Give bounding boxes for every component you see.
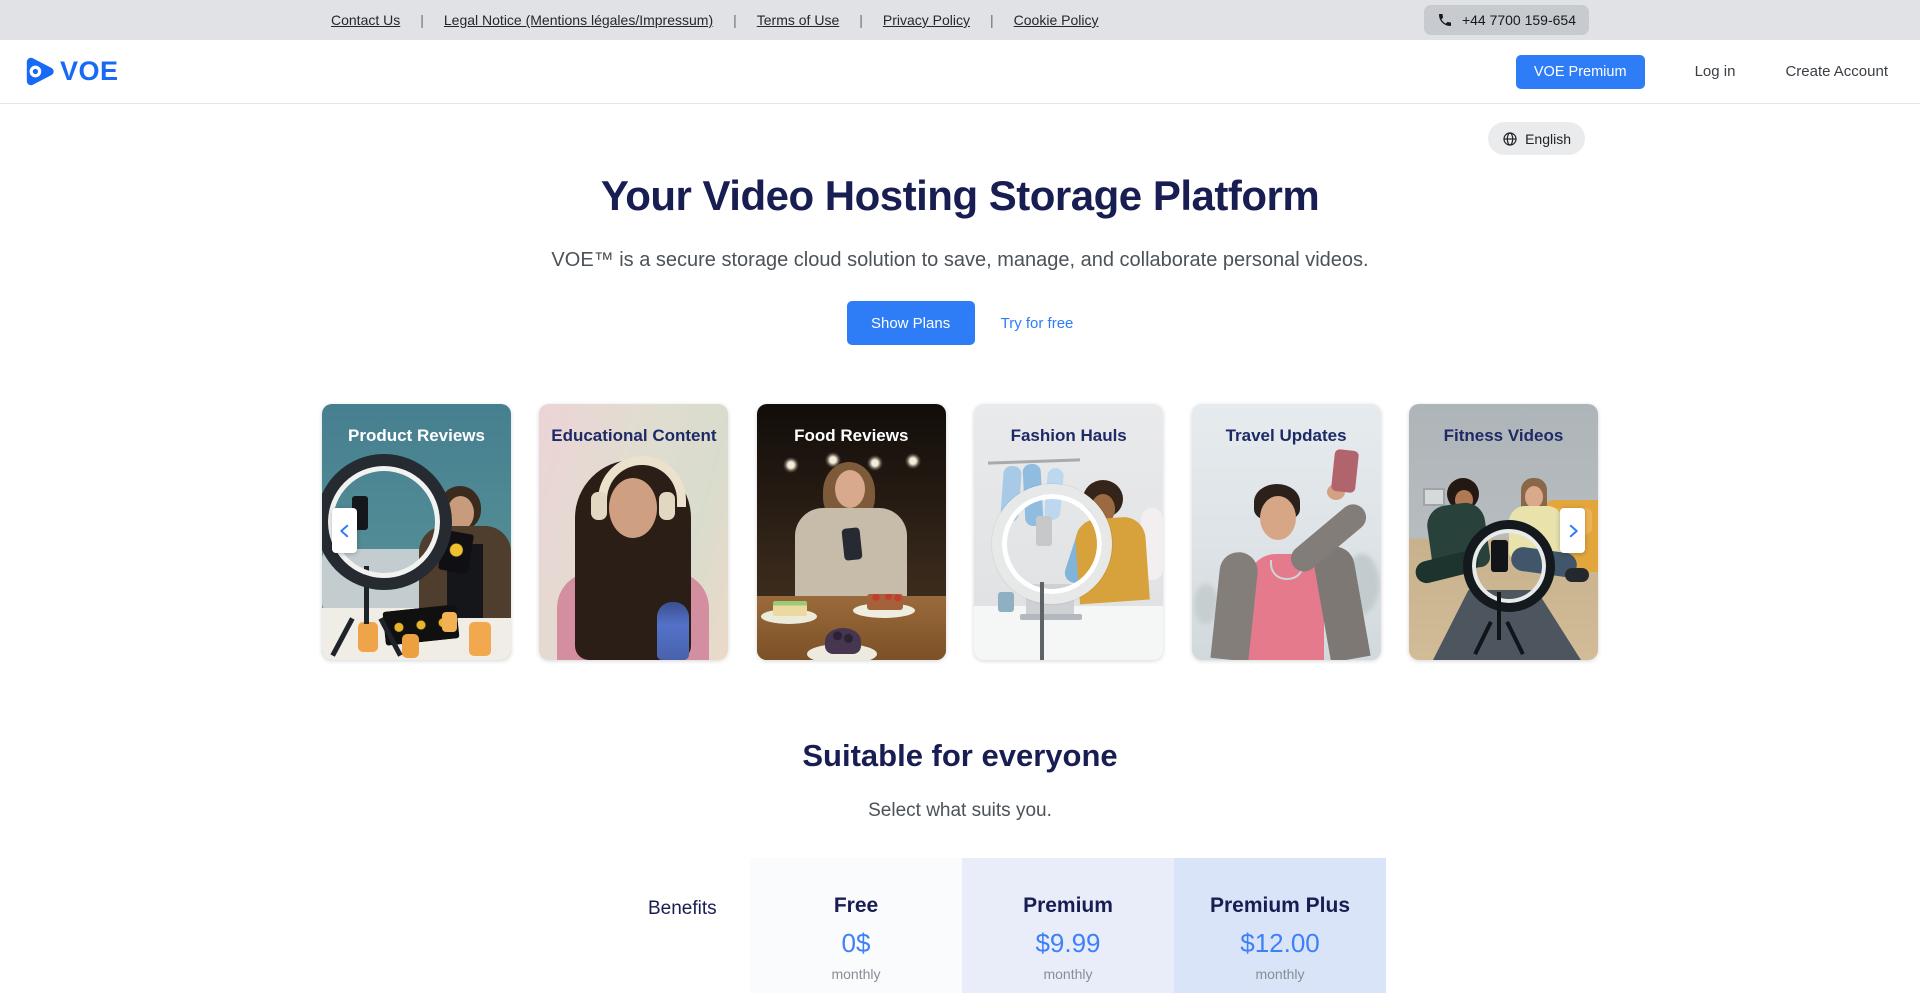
try-for-free-link[interactable]: Try for free: [1001, 315, 1074, 332]
photo-shape-face: [1260, 496, 1296, 540]
photo-shape-picture-frame: [1423, 488, 1445, 506]
hero-subtitle: VOE™ is a secure storage cloud solution …: [0, 249, 1920, 272]
photo-shape-dessert: [867, 594, 903, 610]
photo-shape-phone: [841, 527, 862, 561]
chevron-right-icon: [1564, 519, 1582, 543]
phone-icon: [1437, 12, 1453, 28]
photo-shape-laptop: [1020, 614, 1082, 620]
card-label: Travel Updates: [1192, 426, 1381, 446]
plan-column-premium-plus[interactable]: Premium Plus $12.00 monthly: [1174, 858, 1386, 993]
carousel-card-fashion-hauls[interactable]: Fashion Hauls: [974, 404, 1163, 660]
pricing-subtitle: Select what suits you.: [0, 800, 1920, 822]
language-selector[interactable]: English: [1488, 122, 1585, 155]
plan-period: monthly: [1174, 966, 1386, 982]
header-actions: VOE Premium Log in Create Account: [1516, 55, 1888, 89]
create-account-link[interactable]: Create Account: [1785, 63, 1888, 80]
card-label: Fashion Hauls: [974, 426, 1163, 446]
plan-name: Free: [750, 894, 962, 918]
globe-icon: [1502, 131, 1518, 147]
photo-shape-ring-light: [992, 484, 1112, 604]
plan-period: monthly: [962, 966, 1174, 982]
benefits-label: Benefits: [648, 858, 750, 993]
photo-shape-candle: [442, 612, 457, 632]
photo-shape-tripod: [1497, 592, 1501, 640]
carousel-card-food-reviews[interactable]: Food Reviews: [757, 404, 946, 660]
carousel-next-button[interactable]: [1560, 508, 1585, 553]
plan-price: $9.99: [962, 928, 1174, 959]
plan-price: $12.00: [1174, 928, 1386, 959]
card-label: Fitness Videos: [1409, 426, 1598, 446]
card-label: Educational Content: [539, 426, 728, 446]
photo-shape-shoe: [1565, 568, 1589, 582]
phone-number: +44 7700 159-654: [1462, 12, 1576, 28]
photo-shape-phone: [1036, 516, 1052, 546]
play-icon: [22, 55, 55, 88]
category-carousel: Product Reviews Educational Content: [322, 404, 1598, 660]
brand-logo[interactable]: VOE: [22, 55, 119, 88]
photo-shape-headphones: [591, 492, 607, 520]
photo-shape-face: [1525, 486, 1543, 508]
photo-shape-phone: [1330, 449, 1358, 493]
plan-name: Premium Plus: [1174, 894, 1386, 918]
photo-shape-dessert: [825, 628, 861, 654]
show-plans-button[interactable]: Show Plans: [847, 301, 975, 345]
separator: |: [420, 12, 424, 28]
language-label: English: [1525, 131, 1571, 147]
photo-shape-candle: [469, 622, 491, 656]
login-link[interactable]: Log in: [1695, 63, 1736, 80]
photo-shape-tripod: [1040, 582, 1044, 660]
topbar-inner: Contact Us | Legal Notice (Mentions léga…: [331, 0, 1589, 40]
hero-title: Your Video Hosting Storage Platform: [0, 172, 1920, 220]
link-contact-us[interactable]: Contact Us: [331, 12, 400, 28]
plan-name: Premium: [962, 894, 1174, 918]
voe-premium-button[interactable]: VOE Premium: [1516, 55, 1645, 89]
card-label: Product Reviews: [322, 426, 511, 446]
phone-badge[interactable]: +44 7700 159-654: [1424, 5, 1589, 35]
photo-shape-headphones: [659, 492, 675, 520]
photo-shape-phone: [1491, 540, 1508, 572]
header: VOE VOE Premium Log in Create Account: [0, 40, 1920, 104]
card-label: Food Reviews: [757, 426, 946, 446]
link-legal-notice[interactable]: Legal Notice (Mentions légales/Impressum…: [444, 12, 713, 28]
carousel-card-educational-content[interactable]: Educational Content: [539, 404, 728, 660]
plan-price: 0$: [750, 928, 962, 959]
photo-shape-microphone: [657, 602, 689, 660]
link-privacy-policy[interactable]: Privacy Policy: [883, 12, 970, 28]
plan-period: monthly: [750, 966, 962, 982]
pricing-title: Suitable for everyone: [0, 738, 1920, 774]
separator: |: [990, 12, 994, 28]
separator: |: [733, 12, 737, 28]
carousel-card-travel-updates[interactable]: Travel Updates: [1192, 404, 1381, 660]
photo-shape-candle: [402, 634, 419, 658]
plan-column-premium[interactable]: Premium $9.99 monthly: [962, 858, 1174, 993]
link-cookie-policy[interactable]: Cookie Policy: [1014, 12, 1099, 28]
link-terms-of-use[interactable]: Terms of Use: [757, 12, 839, 28]
separator: |: [859, 12, 863, 28]
photo-shape-face: [835, 470, 865, 508]
hero-cta-row: Show Plans Try for free: [0, 301, 1920, 345]
photo-shape-mug: [998, 592, 1014, 612]
carousel-prev-button[interactable]: [332, 508, 357, 553]
page: Contact Us | Legal Notice (Mentions léga…: [0, 0, 1920, 993]
chevron-left-icon: [336, 519, 354, 543]
photo-shape-ring-light: [1463, 520, 1555, 612]
topbar: Contact Us | Legal Notice (Mentions léga…: [0, 0, 1920, 40]
brand-text: VOE: [60, 56, 119, 87]
topbar-links: Contact Us | Legal Notice (Mentions léga…: [331, 12, 1098, 28]
pricing-table: Benefits Free 0$ monthly Premium $9.99 m…: [648, 858, 1386, 993]
photo-shape-candle: [358, 622, 378, 652]
plan-column-free[interactable]: Free 0$ monthly: [750, 858, 962, 993]
photo-shape-dessert: [773, 601, 807, 616]
